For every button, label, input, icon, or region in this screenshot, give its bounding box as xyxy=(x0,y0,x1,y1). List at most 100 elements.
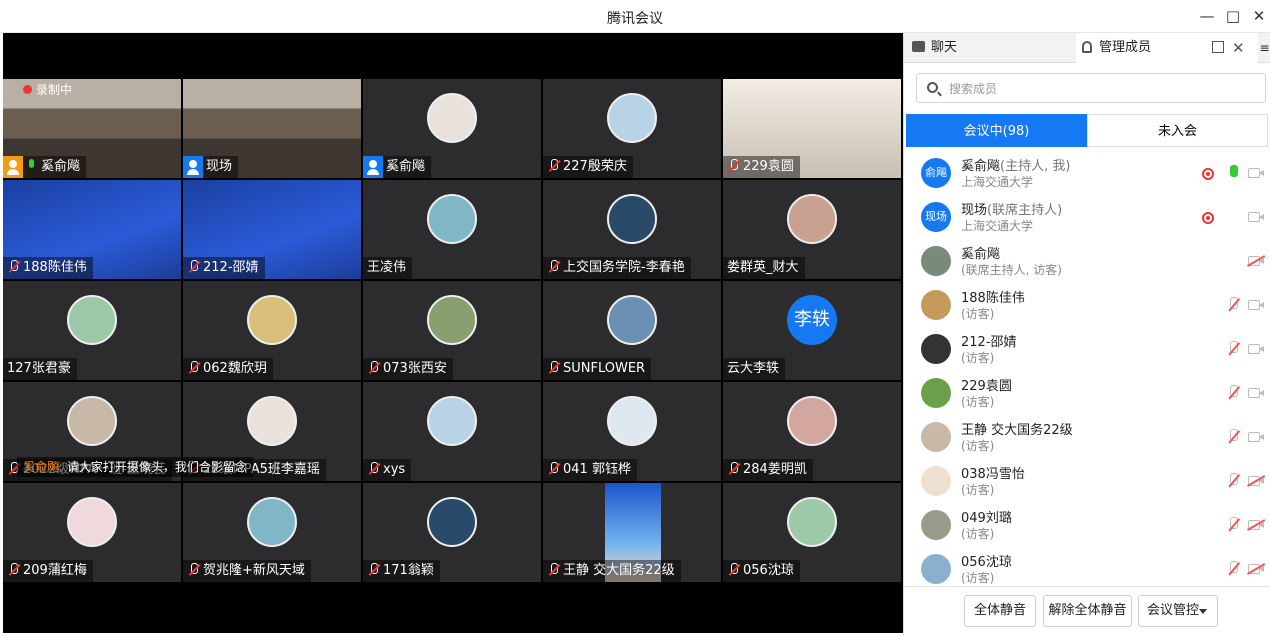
video-tile[interactable]: 奚俞飚 xyxy=(363,79,541,178)
member-segments: 会议中(98) 未入会 xyxy=(906,114,1268,147)
meeting-control-button[interactable]: 会议管控 xyxy=(1138,595,1218,627)
camera-icon[interactable] xyxy=(1248,388,1264,398)
member-row[interactable]: 俞飚 奚俞飚(主持人, 我) 上海交通大学 xyxy=(904,151,1269,195)
video-tile[interactable]: 王静 交大国务22级 xyxy=(543,483,721,582)
avatar xyxy=(427,497,477,547)
member-name: 王静 交大国务22级 xyxy=(961,423,1073,438)
minimize-icon[interactable]: — xyxy=(1196,6,1218,26)
camera-icon[interactable] xyxy=(1248,432,1264,442)
video-tile[interactable]: 062魏欣玥 xyxy=(183,281,361,380)
participant-name-bar: 188陈佳伟 xyxy=(3,257,93,279)
participant-name: 229袁圆 xyxy=(743,159,794,174)
side-panel: 聊天 管理成员 ✕ ≡ 搜索成员 会议中(98) 未入会 俞飚 奚俞飚(主持人, … xyxy=(903,33,1270,636)
tab-chat-label: 聊天 xyxy=(931,40,958,55)
camera-off-icon[interactable] xyxy=(1248,564,1264,574)
camera-off-icon[interactable] xyxy=(1248,520,1264,530)
video-tile[interactable]: 李轶 云大李轶 xyxy=(723,281,901,380)
search-input[interactable]: 搜索成员 xyxy=(949,80,997,97)
video-tile[interactable]: 录制中 奚俞飚 xyxy=(3,79,181,178)
video-tile[interactable]: 212-邵婧 xyxy=(183,180,361,279)
mic-muted-icon[interactable] xyxy=(1227,517,1239,533)
member-row[interactable]: 王静 交大国务22级 (访客) xyxy=(904,415,1269,459)
video-tile[interactable]: 现场 xyxy=(183,79,361,178)
video-tile[interactable]: xys xyxy=(363,382,541,481)
maximize-icon[interactable]: □ xyxy=(1222,6,1244,26)
camera-icon[interactable] xyxy=(1248,212,1264,222)
mute-all-button[interactable]: 全体静音 xyxy=(964,595,1036,627)
chevron-down-icon xyxy=(1199,609,1207,614)
member-row[interactable]: 188陈佳伟 (访客) xyxy=(904,283,1269,327)
member-row[interactable]: 212-邵婧 (访客) xyxy=(904,327,1269,371)
tab-not-joined[interactable]: 未入会 xyxy=(1087,114,1268,147)
video-tile[interactable]: 127张君豪 xyxy=(3,281,181,380)
mic-muted-icon xyxy=(547,361,560,374)
video-tile[interactable]: 073张西安 xyxy=(363,281,541,380)
participant-name-bar: SUNFLOWER xyxy=(543,358,652,380)
close-panel-icon[interactable]: ✕ xyxy=(1232,33,1245,63)
tab-chat[interactable]: 聊天 xyxy=(904,33,1076,63)
record-icon xyxy=(23,85,32,94)
mic-muted-icon[interactable] xyxy=(1227,297,1239,313)
camera-off-icon[interactable] xyxy=(1248,256,1264,266)
mic-muted-icon[interactable] xyxy=(1227,429,1239,445)
member-name-line: 229袁圆 xyxy=(961,375,1012,394)
participant-name: 现场 xyxy=(206,159,233,174)
mic-muted-icon[interactable] xyxy=(1227,473,1239,489)
participant-name: 云大李轶 xyxy=(727,361,780,376)
member-search[interactable]: 搜索成员 xyxy=(916,73,1266,103)
recording-indicator: 录制中 xyxy=(17,81,78,99)
video-tile[interactable]: 056沈琼 xyxy=(723,483,901,582)
participant-name-bar: 041 郭钰桦 xyxy=(543,459,637,481)
close-icon[interactable]: ✕ xyxy=(1248,6,1270,26)
member-name: 049刘璐 xyxy=(961,511,1012,526)
mic-muted-icon xyxy=(187,361,200,374)
video-tile[interactable]: 贺兆隆+新风天域 xyxy=(183,483,361,582)
video-tile[interactable]: 229袁圆 xyxy=(723,79,901,178)
popout-icon[interactable] xyxy=(1212,41,1224,53)
tab-members[interactable]: 管理成员 ✕ xyxy=(1076,33,1258,63)
mic-muted-icon[interactable] xyxy=(1227,561,1239,577)
member-row[interactable]: 056沈琼 (访客) xyxy=(904,547,1269,591)
participant-name-bar: 284姜明凯 xyxy=(723,459,813,481)
participant-name: xys xyxy=(383,462,406,477)
video-tile[interactable]: 041 郭钰桦 xyxy=(543,382,721,481)
member-row[interactable]: 229袁圆 (访客) xyxy=(904,371,1269,415)
video-tile[interactable]: 284姜明凯 xyxy=(723,382,901,481)
video-tile[interactable]: 227殷荣庆 xyxy=(543,79,721,178)
member-row[interactable]: 现场 现场(联席主持人) 上海交通大学 xyxy=(904,195,1269,239)
caption-text: 请大家打开摄像头，我们合影留念 xyxy=(66,460,247,474)
video-tile[interactable]: 188陈佳伟 xyxy=(3,180,181,279)
mic-muted-icon[interactable] xyxy=(1227,341,1239,357)
camera-icon[interactable] xyxy=(1248,300,1264,310)
camera-icon[interactable] xyxy=(1248,344,1264,354)
member-subtitle: (访客) xyxy=(961,571,995,585)
mic-muted-icon xyxy=(367,462,380,475)
unmute-all-button[interactable]: 解除全体静音 xyxy=(1043,595,1132,627)
participant-name-bar: 209蒲红梅 xyxy=(3,560,93,582)
camera-off-icon[interactable] xyxy=(1248,476,1264,486)
video-tile[interactable]: SUNFLOWER xyxy=(543,281,721,380)
video-tile[interactable]: 上交国务学院-李春艳 xyxy=(543,180,721,279)
video-tile[interactable]: 王凌伟 xyxy=(363,180,541,279)
avatar xyxy=(247,295,297,345)
member-row[interactable]: 049刘璐 (访客) xyxy=(904,503,1269,547)
participant-name-bar: 062魏欣玥 xyxy=(183,358,273,380)
search-icon xyxy=(927,82,938,93)
mic-muted-icon xyxy=(727,563,740,576)
host-icon xyxy=(363,156,383,178)
camera-icon[interactable] xyxy=(1248,168,1264,178)
participant-name: 056沈琼 xyxy=(743,563,794,578)
member-row[interactable]: 038冯雪怡 (访客) xyxy=(904,459,1269,503)
mic-muted-icon[interactable] xyxy=(1227,385,1239,401)
member-row[interactable]: 奚俞飚 (联席主持人, 访客) xyxy=(904,239,1269,283)
mic-on-icon[interactable] xyxy=(1227,165,1239,181)
more-icon[interactable]: ≡ xyxy=(1258,33,1270,63)
member-avatar xyxy=(921,378,951,408)
video-tile[interactable]: 娄群英_财大 xyxy=(723,180,901,279)
member-subtitle: (访客) xyxy=(961,395,995,409)
participant-name-bar: 212-邵婧 xyxy=(183,257,265,279)
tab-in-meeting[interactable]: 会议中(98) xyxy=(906,114,1087,147)
video-tile[interactable]: 209蒲红梅 xyxy=(3,483,181,582)
tab-members-label: 管理成员 xyxy=(1099,40,1152,55)
video-tile[interactable]: 171翁颖 xyxy=(363,483,541,582)
